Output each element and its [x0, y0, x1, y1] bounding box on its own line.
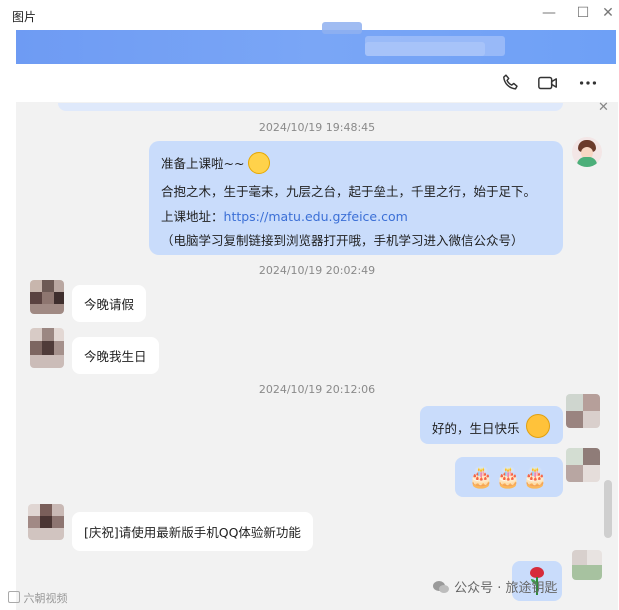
message-bubble[interactable]: [庆祝]请使用最新版手机QQ体验新功能 — [72, 512, 313, 551]
timestamp: 2024/10/19 19:48:45 — [258, 121, 376, 134]
message-text: 好的，生日快乐 — [432, 421, 520, 436]
watermark-logo-icon — [8, 591, 20, 603]
previous-message-bubble — [58, 103, 563, 111]
message-text: 准备上课啦~~ — [161, 156, 245, 171]
my-avatar[interactable] — [566, 448, 600, 482]
blurred-name — [365, 42, 485, 56]
cake-emoji-bubble[interactable]: 🎂🎂🎂 — [455, 457, 563, 497]
my-avatar[interactable] — [566, 394, 600, 428]
watermark-text: 六朝视频 — [23, 592, 68, 605]
scrollbar-thumb[interactable] — [604, 480, 612, 538]
student-avatar[interactable] — [30, 280, 64, 314]
timestamp: 2024/10/19 20:12:06 — [258, 383, 376, 396]
video-call-icon[interactable] — [536, 72, 560, 94]
message-bubble[interactable]: 今晚请假 — [72, 285, 147, 322]
window-title: 图片 — [12, 10, 37, 24]
chat-header-banner — [16, 30, 616, 64]
timestamp: 2024/10/19 20:02:49 — [258, 264, 376, 277]
wechat-account-watermark: 公众号 · 旅途钥匙 — [432, 577, 558, 596]
message-text: 合抱之木，生于毫末，九层之台，起于垒土，千里之行，始于足下。 — [161, 184, 537, 199]
my-avatar[interactable] — [572, 550, 602, 580]
chat-toolbar — [16, 64, 616, 103]
watermark-text: 公众号 · 旅途钥匙 — [454, 581, 558, 596]
message-bubble-teacher[interactable]: 准备上课啦~~ 合抱之木，生于毫末，九层之台，起于垒土，千里之行，始于足下。 上… — [149, 141, 563, 255]
phone-icon[interactable] — [500, 72, 522, 94]
window-close-button[interactable]: ✕ — [598, 2, 618, 24]
message-text: （电脑学习复制链接到浏览器打开哦，手机学习进入微信公众号） — [161, 233, 524, 248]
message-bubble[interactable]: 今晚我生日 — [72, 337, 159, 374]
wechat-icon — [433, 581, 449, 593]
minimize-button[interactable]: — — [534, 2, 564, 24]
corner-watermark: 六朝视频 — [8, 590, 68, 606]
message-label: 上课地址： — [161, 209, 224, 224]
relieved-face-icon — [248, 151, 271, 174]
student-avatar[interactable] — [30, 328, 64, 368]
teacher-avatar[interactable] — [572, 137, 602, 167]
blurred-name — [322, 22, 362, 34]
message-bubble-reply[interactable]: 好的，生日快乐 — [420, 406, 563, 444]
course-link[interactable]: https://matu.edu.gzfeice.com — [224, 209, 408, 224]
maximize-button[interactable]: ☐ — [568, 2, 598, 24]
student-avatar[interactable] — [28, 504, 64, 540]
chat-close-icon[interactable]: ✕ — [598, 100, 609, 115]
more-options-icon[interactable] — [577, 72, 599, 94]
hug-face-icon — [526, 414, 550, 438]
